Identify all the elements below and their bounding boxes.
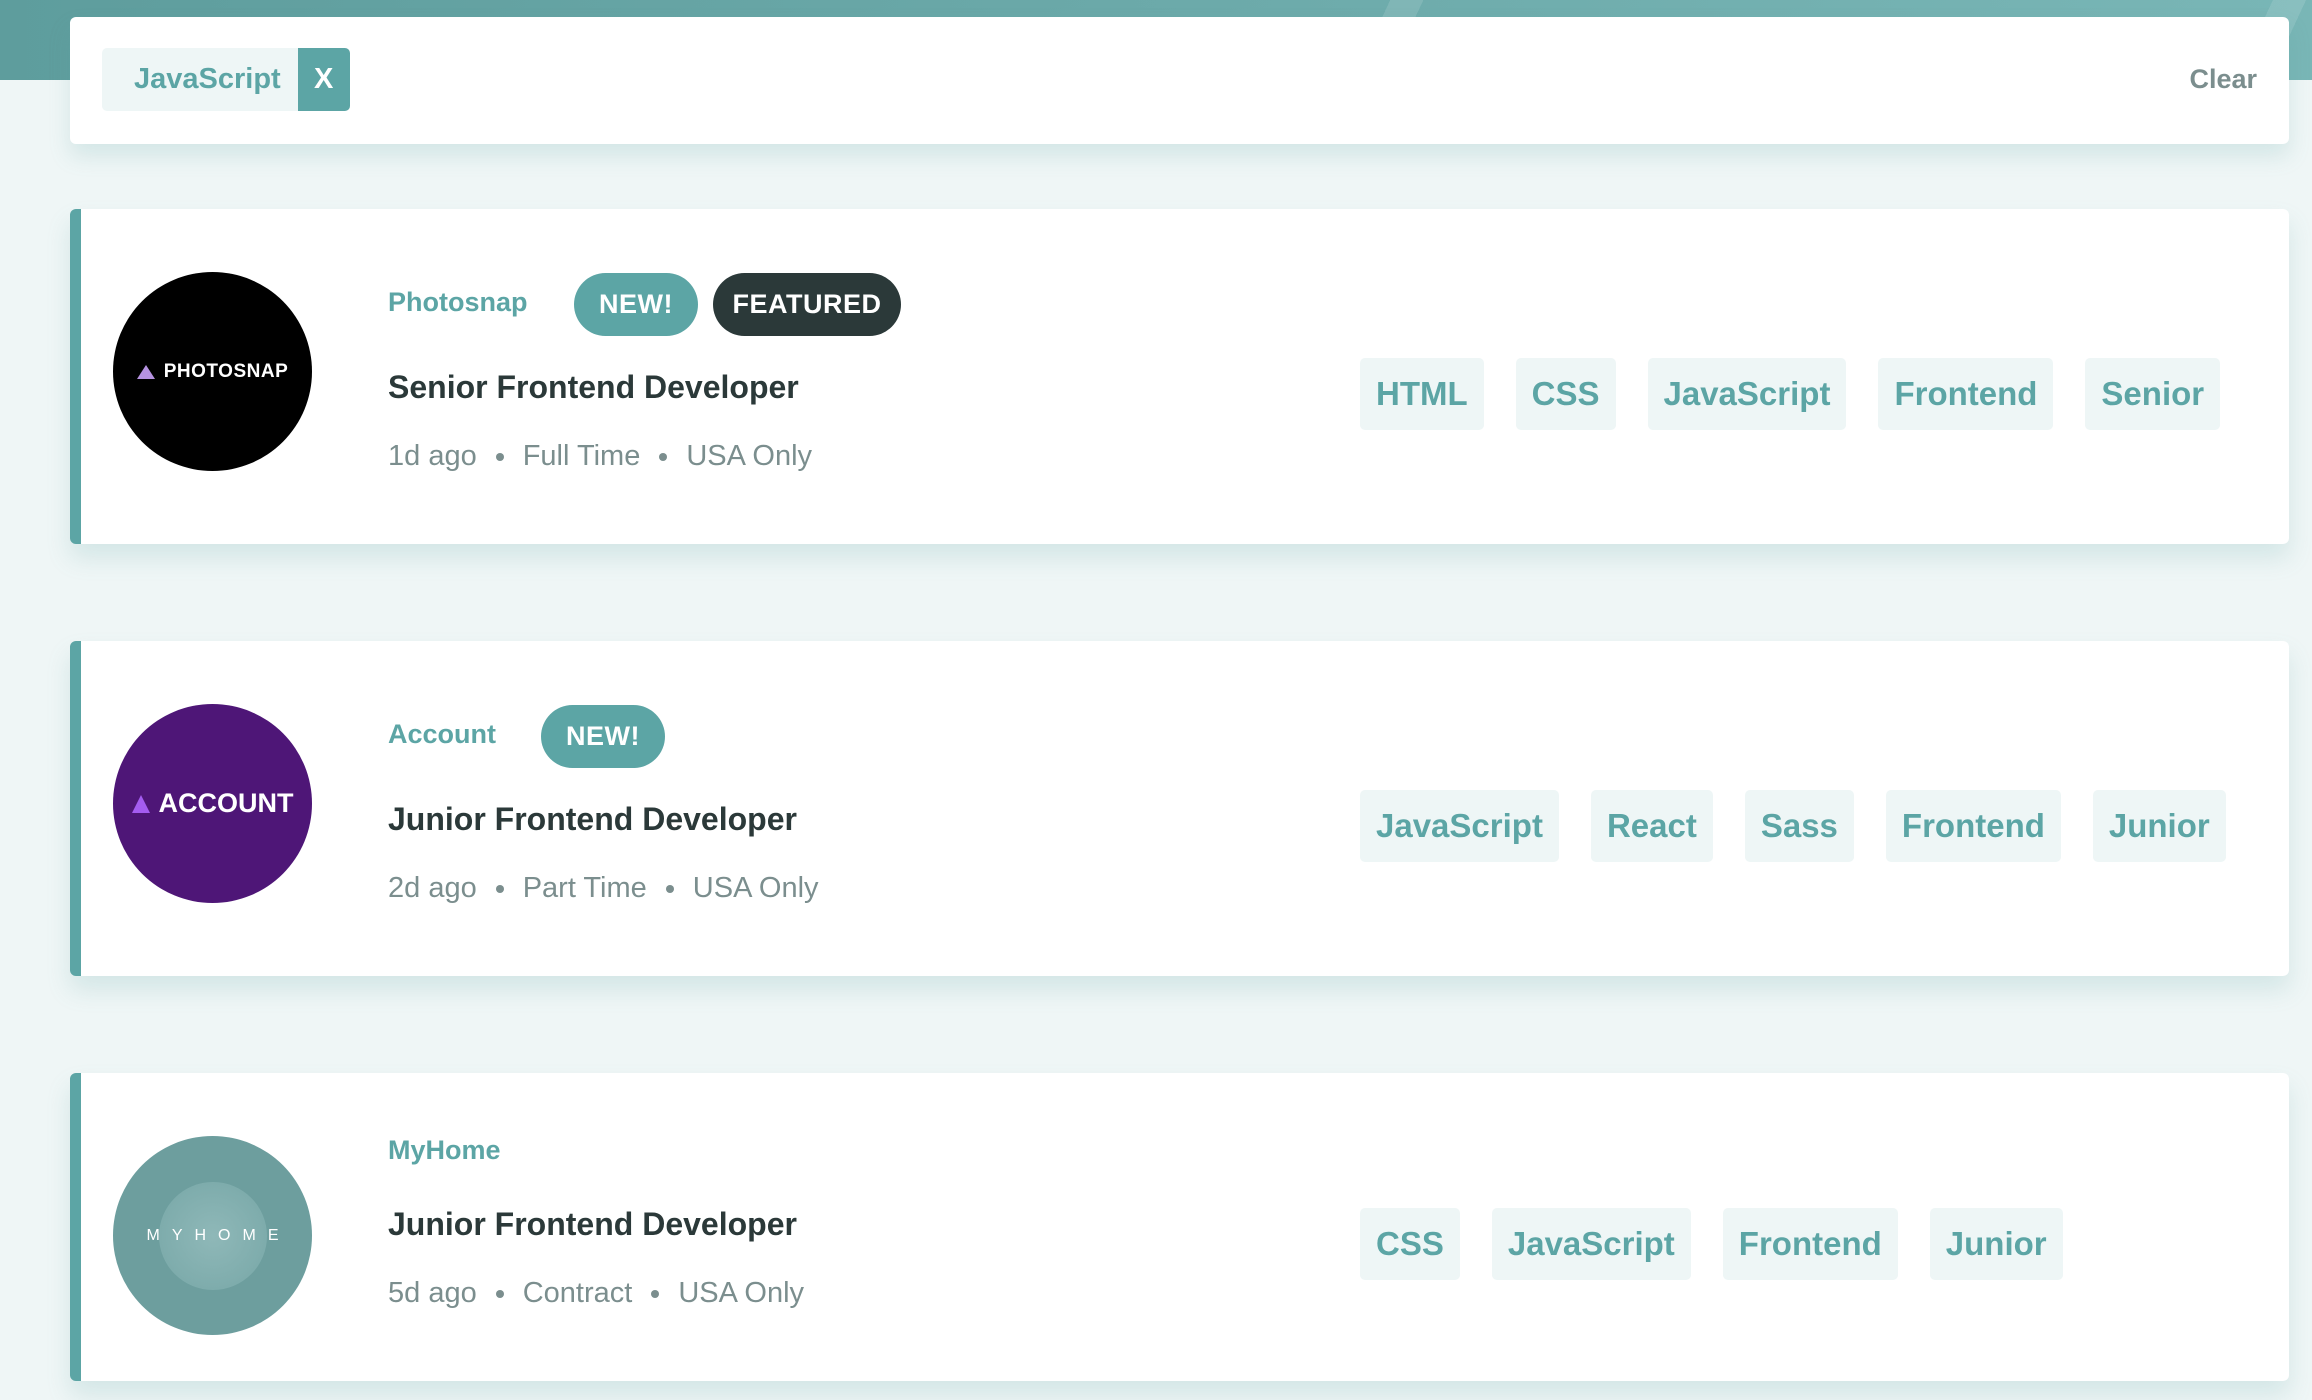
job-position-title[interactable]: Junior Frontend Developer — [388, 801, 797, 838]
job-card-myhome: MYHOME MyHome Junior Frontend Developer … — [70, 1073, 2289, 1381]
job-location: USA Only — [678, 1277, 805, 1309]
tag-senior[interactable]: Senior — [2085, 358, 2221, 430]
separator-dot — [659, 452, 668, 461]
tag-javascript[interactable]: JavaScript — [1647, 358, 1847, 430]
job-meta: 2d ago Part Time USA Only — [388, 872, 819, 905]
tag-css[interactable]: CSS — [1515, 358, 1616, 430]
tag-frontend[interactable]: Frontend — [1885, 790, 2061, 862]
tag-javascript[interactable]: JavaScript — [1491, 1208, 1691, 1280]
company-name: Photosnap — [388, 287, 528, 317]
separator-dot — [495, 884, 504, 893]
tag-junior[interactable]: Junior — [1929, 1208, 2063, 1280]
company-name: MyHome — [388, 1135, 501, 1165]
separator-dot — [495, 1289, 504, 1298]
company-logo-photosnap: PHOTOSNAP — [113, 272, 312, 471]
tag-javascript[interactable]: JavaScript — [1360, 790, 1559, 862]
tag-frontend[interactable]: Frontend — [1722, 1208, 1898, 1280]
contract-type: Part Time — [522, 872, 647, 904]
job-position-title[interactable]: Senior Frontend Developer — [388, 369, 799, 406]
new-badge: NEW! — [541, 705, 665, 768]
featured-badge: FEATURED — [713, 273, 901, 336]
tag-react[interactable]: React — [1590, 790, 1713, 862]
company-logo-account: ACCOUNT — [113, 704, 312, 903]
job-meta: 5d ago Contract USA Only — [388, 1277, 804, 1310]
filter-chip-label: JavaScript — [102, 48, 298, 111]
clear-filters-button[interactable]: Clear — [2189, 64, 2257, 95]
company-logo-myhome: MYHOME — [113, 1136, 312, 1335]
company-name: Account — [388, 719, 496, 749]
job-card-photosnap: PHOTOSNAP Photosnap NEW! FEATURED Senior… — [70, 209, 2289, 544]
triangle-icon — [136, 364, 155, 379]
tag-junior[interactable]: Junior — [2092, 790, 2226, 862]
logo-text: MYHOME — [146, 1226, 291, 1244]
job-meta: 1d ago Full Time USA Only — [388, 440, 812, 473]
remove-filter-button[interactable]: X — [297, 48, 350, 111]
mountain-icon — [131, 794, 150, 813]
filter-bar: JavaScript X Clear — [70, 17, 2289, 144]
contract-type: Full Time — [522, 440, 641, 472]
contract-type: Contract — [522, 1277, 633, 1309]
job-card-account: ACCOUNT Account NEW! Junior Frontend Dev… — [70, 641, 2289, 976]
separator-dot — [651, 1289, 660, 1298]
separator-dot — [665, 884, 674, 893]
logo-text: PHOTOSNAP — [163, 360, 289, 382]
job-location: USA Only — [686, 440, 813, 472]
filter-chip-javascript: JavaScript X — [102, 48, 350, 111]
tag-sass[interactable]: Sass — [1744, 790, 1854, 862]
tag-html[interactable]: HTML — [1360, 358, 1484, 430]
new-badge: NEW! — [574, 273, 698, 336]
job-tags: HTML CSS JavaScript Frontend Senior — [1360, 358, 2221, 430]
tag-frontend[interactable]: Frontend — [1878, 358, 2054, 430]
logo-text: ACCOUNT — [158, 788, 294, 818]
posted-time: 5d ago — [388, 1277, 477, 1309]
posted-time: 1d ago — [388, 440, 477, 472]
job-tags: CSS JavaScript Frontend Junior — [1360, 1208, 2063, 1280]
posted-time: 2d ago — [388, 872, 477, 904]
tag-css[interactable]: CSS — [1360, 1208, 1460, 1280]
separator-dot — [495, 452, 504, 461]
job-location: USA Only — [692, 872, 819, 904]
job-tags: JavaScript React Sass Frontend Junior — [1360, 790, 2226, 862]
job-position-title[interactable]: Junior Frontend Developer — [388, 1206, 797, 1243]
